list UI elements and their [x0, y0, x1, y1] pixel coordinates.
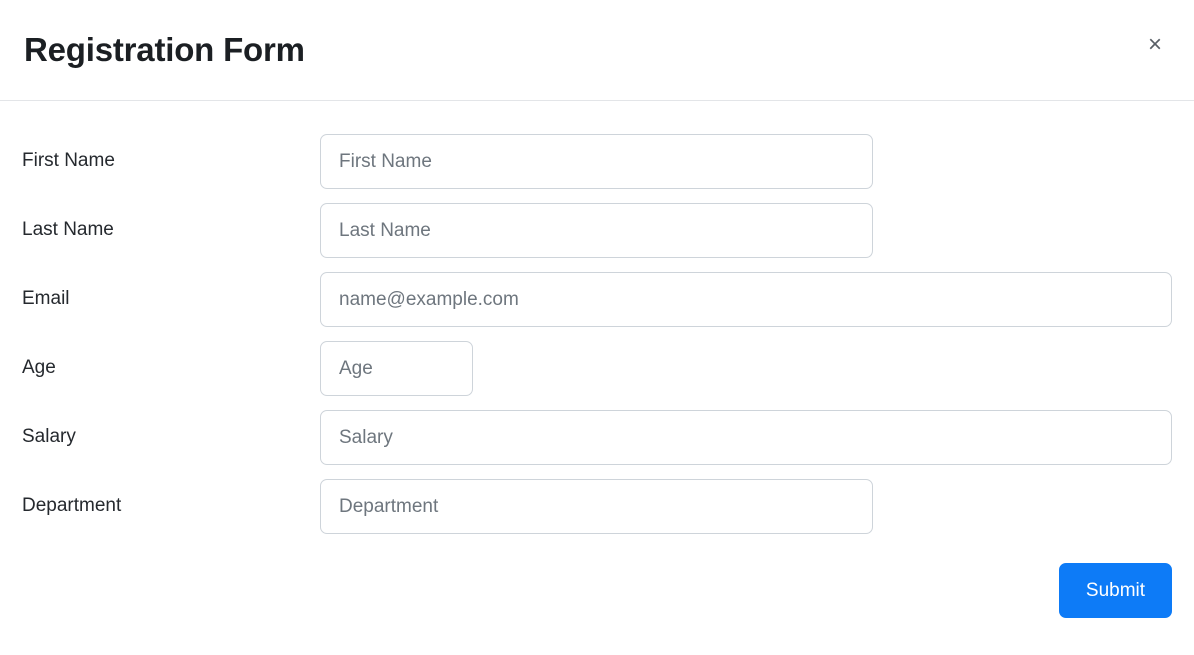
page-title: Registration Form	[24, 31, 305, 69]
label-department: Department	[22, 495, 122, 517]
dialog-footer: Submit	[0, 541, 1194, 618]
registration-form-dialog: Registration Form × First Name Last Name…	[0, 0, 1194, 655]
label-last-name: Last Name	[22, 219, 114, 241]
label-age: Age	[22, 357, 56, 379]
label-salary: Salary	[22, 426, 76, 448]
form-row-salary: Salary	[22, 403, 1172, 472]
age-input[interactable]	[320, 341, 473, 396]
label-first-name: First Name	[22, 150, 115, 172]
form-body: First Name Last Name Email Age Salary De…	[0, 101, 1194, 541]
label-email: Email	[22, 288, 70, 310]
form-row-department: Department	[22, 472, 1172, 541]
form-row-age: Age	[22, 334, 1172, 403]
close-icon: ×	[1147, 31, 1162, 58]
last-name-input[interactable]	[320, 203, 873, 258]
form-row-last-name: Last Name	[22, 196, 1172, 265]
close-button[interactable]: ×	[1138, 28, 1172, 62]
dialog-header: Registration Form ×	[0, 0, 1194, 101]
email-input[interactable]	[320, 272, 1172, 327]
first-name-input[interactable]	[320, 134, 873, 189]
form-row-first-name: First Name	[22, 127, 1172, 196]
department-input[interactable]	[320, 479, 873, 534]
submit-button[interactable]: Submit	[1059, 563, 1172, 618]
form-row-email: Email	[22, 265, 1172, 334]
salary-input[interactable]	[320, 410, 1172, 465]
